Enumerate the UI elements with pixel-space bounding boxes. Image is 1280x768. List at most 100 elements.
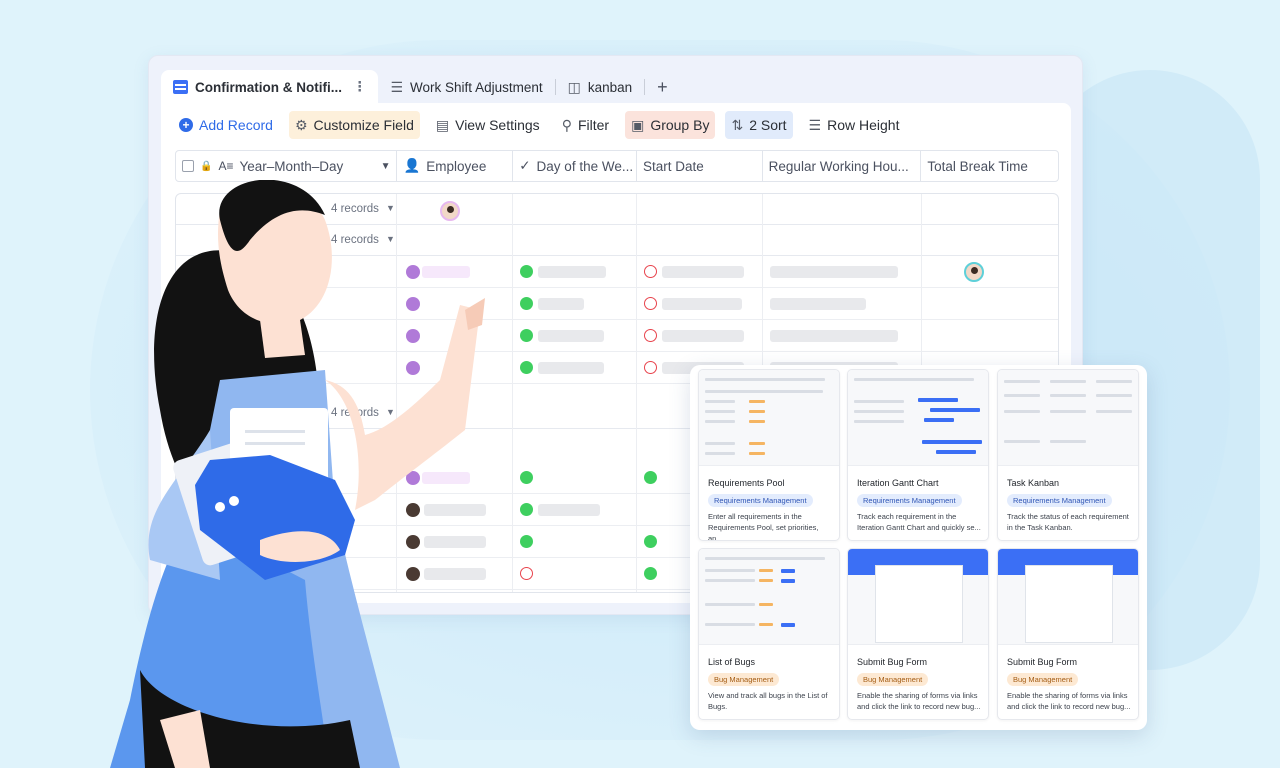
view-tabs: Confirmation & Notifi... ⋮ ☰ Work Shift … <box>161 68 680 104</box>
plus-circle-icon: + <box>179 118 193 132</box>
template-description: Track the status of each requirement in … <box>1007 512 1129 532</box>
column-label: Day of the We... <box>536 158 634 174</box>
tab-label: Confirmation & Notifi... <box>195 79 342 95</box>
column-header-date[interactable]: 🔒 A≡ Year–Month–Day ▼ <box>176 151 398 181</box>
more-options-icon[interactable]: ⋮ <box>353 79 367 95</box>
sort-button[interactable]: ⇅ 2 Sort <box>725 111 793 139</box>
gantt-icon: ☰ <box>390 78 404 95</box>
avatar <box>964 262 984 282</box>
text-field-icon: A≡ <box>218 159 234 173</box>
lock-icon: 🔒 <box>200 160 213 172</box>
template-tag: Requirements Management <box>857 494 962 507</box>
placeholder <box>538 362 604 374</box>
status-dot <box>520 503 533 516</box>
person-icon: 👤 <box>403 158 421 173</box>
status-dot <box>520 329 533 342</box>
customize-field-button[interactable]: ⚙ Customize Field <box>288 111 420 139</box>
template-title: Task Kanban <box>1007 478 1060 488</box>
template-thumbnail <box>998 549 1138 645</box>
check-circle-icon: ✓ <box>519 158 531 173</box>
template-tag: Requirements Management <box>708 494 813 507</box>
template-card[interactable]: Requirements Pool Requirements Managemen… <box>698 369 840 541</box>
placeholder <box>662 330 744 342</box>
template-card[interactable]: Submit Bug Form Bug Management Enable th… <box>997 548 1139 720</box>
status-dot <box>520 265 533 278</box>
column-label: Total Break Time <box>927 158 1028 174</box>
status-ring <box>644 329 657 342</box>
chevron-down-icon[interactable]: ▼ <box>381 161 391 172</box>
status-ring <box>644 297 657 310</box>
template-thumbnail <box>848 549 988 645</box>
view-settings-button[interactable]: ▤ View Settings <box>430 111 546 139</box>
add-record-button[interactable]: + Add Record <box>173 111 279 139</box>
status-dot <box>520 535 533 548</box>
add-record-label: Add Record <box>199 117 273 133</box>
template-description: View and track all bugs in the List of B… <box>708 691 828 711</box>
tab-confirmation[interactable]: Confirmation & Notifi... ⋮ <box>161 70 379 104</box>
status-dot <box>520 361 533 374</box>
gear-icon: ⚙ <box>294 116 308 133</box>
template-tag: Requirements Management <box>1007 494 1112 507</box>
status-ring <box>520 567 533 580</box>
column-header-employee[interactable]: 👤 Employee <box>397 151 514 181</box>
status-ring <box>644 361 657 374</box>
template-tag: Bug Management <box>1007 673 1079 686</box>
placeholder <box>662 298 742 310</box>
template-description: Enable the sharing of forms via links an… <box>857 691 981 711</box>
grid-view-icon <box>173 80 188 94</box>
column-label: Year–Month–Day <box>239 158 344 174</box>
status-dot <box>520 297 533 310</box>
template-title: Submit Bug Form <box>857 657 928 667</box>
template-description: Enable the sharing of forms via links an… <box>1007 691 1131 711</box>
template-thumbnail <box>848 370 988 466</box>
placeholder <box>538 504 600 516</box>
tab-kanban[interactable]: ◫ kanban <box>556 70 645 104</box>
template-card[interactable]: List of Bugs Bug Management View and tra… <box>698 548 840 720</box>
sort-icon: ⇅ <box>731 116 744 133</box>
status-ring <box>644 265 657 278</box>
sort-label: 2 Sort <box>749 117 787 133</box>
placeholder <box>538 330 604 342</box>
placeholder <box>770 266 898 278</box>
add-view-button[interactable]: + <box>645 77 680 104</box>
placeholder <box>538 266 606 278</box>
template-card[interactable]: Task Kanban Requirements Management Trac… <box>997 369 1139 541</box>
placeholder <box>770 298 866 310</box>
column-label: Employee <box>426 158 487 174</box>
group-icon: ▣ <box>631 116 645 133</box>
character-illustration <box>110 180 485 768</box>
tab-label: kanban <box>587 79 633 95</box>
template-tag: Bug Management <box>857 673 929 686</box>
template-card[interactable]: Iteration Gantt Chart Requirements Manag… <box>847 369 989 541</box>
tab-work-shift[interactable]: ☰ Work Shift Adjustment <box>378 70 554 104</box>
customize-field-label: Customize Field <box>313 117 414 133</box>
template-title: Iteration Gantt Chart <box>857 478 939 488</box>
row-height-label: Row Height <box>827 117 900 133</box>
toolbar: + Add Record ⚙ Customize Field ▤ View Se… <box>173 111 905 139</box>
column-header-day[interactable]: ✓ Day of the We... <box>513 151 637 181</box>
template-description: Track each requirement in the Iteration … <box>857 512 981 532</box>
column-header-start-date[interactable]: Start Date <box>637 151 763 181</box>
template-description: Enter all requirements in the Requiremen… <box>708 512 819 541</box>
row-height-button[interactable]: ☰ Row Height <box>803 111 906 139</box>
group-by-button[interactable]: ▣ Group By <box>625 111 716 139</box>
column-header-working-hours[interactable]: Regular Working Hou... <box>763 151 922 181</box>
table-header: 🔒 A≡ Year–Month–Day ▼ 👤 Employee ✓ Day o… <box>175 150 1059 182</box>
kanban-icon: ◫ <box>567 78 581 95</box>
settings-sheet-icon: ▤ <box>435 116 450 133</box>
template-tag: Bug Management <box>708 673 780 686</box>
view-settings-label: View Settings <box>455 117 540 133</box>
status-dot <box>520 471 533 484</box>
filter-button[interactable]: ⚲ Filter <box>556 111 615 139</box>
column-header-break-time[interactable]: Total Break Time <box>921 151 1058 181</box>
template-card[interactable]: Submit Bug Form Bug Management Enable th… <box>847 548 989 720</box>
status-dot <box>644 567 657 580</box>
column-label: Start Date <box>642 158 704 174</box>
filter-icon: ⚲ <box>561 116 572 133</box>
template-title: Requirements Pool <box>708 478 785 488</box>
placeholder <box>662 266 744 278</box>
row-height-icon: ☰ <box>808 116 822 133</box>
group-by-label: Group By <box>650 117 710 133</box>
select-all-checkbox[interactable] <box>182 160 194 172</box>
template-thumbnail <box>998 370 1138 466</box>
